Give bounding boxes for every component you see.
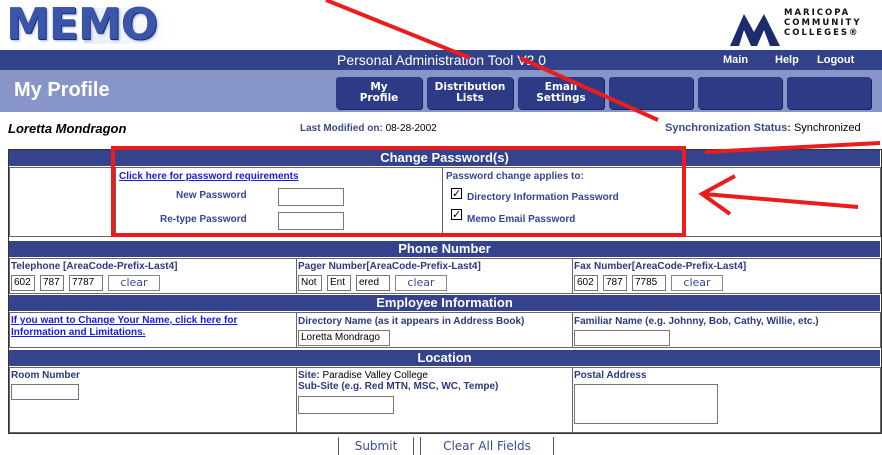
annotation-line-segment-top xyxy=(704,141,881,154)
diagonal-annotation-line-lower xyxy=(519,56,659,122)
left-arrow-icon xyxy=(698,174,859,216)
annotation-arrows xyxy=(325,0,881,216)
diagonal-annotation-line xyxy=(325,0,471,60)
